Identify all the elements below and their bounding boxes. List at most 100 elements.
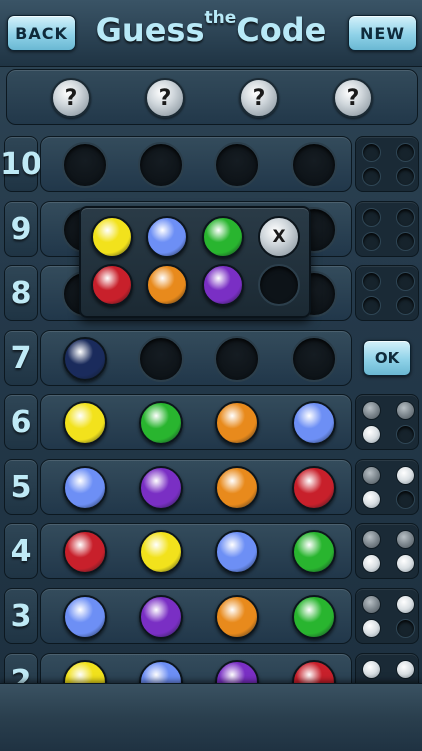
peg-green: [292, 530, 336, 574]
peg-blue: [292, 401, 336, 445]
feedback-peg-white: [362, 660, 381, 679]
peg-yellow: [139, 530, 183, 574]
peg-track: [40, 136, 352, 192]
feedback-peg-empty: [362, 208, 381, 227]
empty-peg-slot[interactable]: [138, 336, 184, 382]
feedback-peg-gray: [362, 595, 381, 614]
row-number: 3: [4, 588, 38, 644]
feedback-peg-empty: [362, 143, 381, 162]
picker-color-red[interactable]: [91, 264, 133, 306]
secret-peg-4: ?: [333, 78, 373, 118]
header-bar: BACK GuesstheCode NEW: [0, 0, 422, 67]
row-number: 5: [4, 459, 38, 515]
feedback-peg-white: [362, 554, 381, 573]
peg-blue: [63, 466, 107, 510]
new-game-button[interactable]: NEW: [348, 15, 417, 51]
peg-green: [292, 595, 336, 639]
peg-blue: [63, 595, 107, 639]
feedback-peg-empty: [396, 296, 415, 315]
guess-row-7: 7 OK: [0, 330, 422, 386]
feedback-pegs: [355, 265, 419, 321]
feedback-peg-white: [396, 466, 415, 485]
peg-orange: [215, 466, 259, 510]
feedback-pegs: [355, 459, 419, 515]
feedback-peg-empty: [396, 232, 415, 251]
secret-peg-1: ?: [51, 78, 91, 118]
secret-peg-3: ?: [239, 78, 279, 118]
row-number: 8: [4, 265, 38, 321]
picker-color-purple[interactable]: [202, 264, 244, 306]
empty-peg-slot[interactable]: [214, 336, 260, 382]
guess-row-3: 3: [0, 588, 422, 644]
feedback-peg-gray: [362, 466, 381, 485]
feedback-peg-empty: [396, 143, 415, 162]
empty-peg-slot: [62, 142, 108, 188]
peg-purple: [139, 466, 183, 510]
picker-color-blue[interactable]: [146, 216, 188, 258]
empty-peg-slot: [138, 142, 184, 188]
empty-peg-slot: [291, 142, 337, 188]
peg-green: [139, 401, 183, 445]
feedback-peg-gray: [396, 530, 415, 549]
peg-red: [292, 466, 336, 510]
peg-track: [40, 394, 352, 450]
guess-row-10: 10: [0, 136, 422, 192]
guess-row-4: 4: [0, 523, 422, 579]
feedback-peg-empty: [362, 272, 381, 291]
secret-peg-2: ?: [145, 78, 185, 118]
feedback-peg-empty: [396, 425, 415, 444]
ok-button[interactable]: OK: [363, 340, 411, 376]
peg-orange: [215, 595, 259, 639]
feedback-peg-empty: [362, 232, 381, 251]
feedback-pegs: [355, 201, 419, 257]
feedback-peg-white: [396, 595, 415, 614]
secret-code-row: ? ? ? ?: [6, 69, 418, 125]
bottom-toolbar: [0, 683, 422, 751]
feedback-pegs: [355, 523, 419, 579]
back-button[interactable]: BACK: [7, 15, 76, 51]
feedback-pegs: [355, 588, 419, 644]
peg-track: [40, 523, 352, 579]
row-number: 4: [4, 523, 38, 579]
feedback-pegs: [355, 394, 419, 450]
feedback-peg-gray: [396, 401, 415, 420]
close-icon[interactable]: X: [258, 216, 300, 258]
peg-track: [40, 330, 352, 386]
feedback-peg-white: [362, 490, 381, 509]
picker-empty-slot: [258, 264, 300, 306]
peg-purple: [139, 595, 183, 639]
feedback-peg-empty: [396, 490, 415, 509]
peg-yellow: [63, 401, 107, 445]
feedback-peg-empty: [396, 167, 415, 186]
row-number: 6: [4, 394, 38, 450]
picker-color-green[interactable]: [202, 216, 244, 258]
guess-row-6: 6: [0, 394, 422, 450]
peg-track: [40, 588, 352, 644]
feedback-peg-empty: [396, 208, 415, 227]
picker-color-yellow[interactable]: [91, 216, 133, 258]
peg-orange: [215, 401, 259, 445]
feedback-peg-empty: [362, 167, 381, 186]
feedback-peg-white: [396, 660, 415, 679]
peg-red: [63, 530, 107, 574]
peg-track: [40, 459, 352, 515]
feedback-peg-white: [396, 554, 415, 573]
peg-blue: [215, 530, 259, 574]
feedback-peg-white: [362, 619, 381, 638]
title-guess: Guess: [95, 11, 205, 49]
color-picker-popup: X: [79, 206, 311, 318]
peg-navy[interactable]: [63, 337, 107, 381]
title-code: Code: [236, 11, 327, 49]
feedback-peg-gray: [362, 530, 381, 549]
title-the: the: [204, 8, 237, 28]
feedback-peg-empty: [362, 296, 381, 315]
empty-peg-slot[interactable]: [291, 336, 337, 382]
empty-peg-slot: [214, 142, 260, 188]
feedback-peg-white: [362, 425, 381, 444]
row-number: 9: [4, 201, 38, 257]
feedback-peg-empty: [396, 619, 415, 638]
feedback-peg-empty: [396, 272, 415, 291]
picker-color-orange[interactable]: [146, 264, 188, 306]
feedback-pegs: [355, 136, 419, 192]
row-number: 7: [4, 330, 38, 386]
